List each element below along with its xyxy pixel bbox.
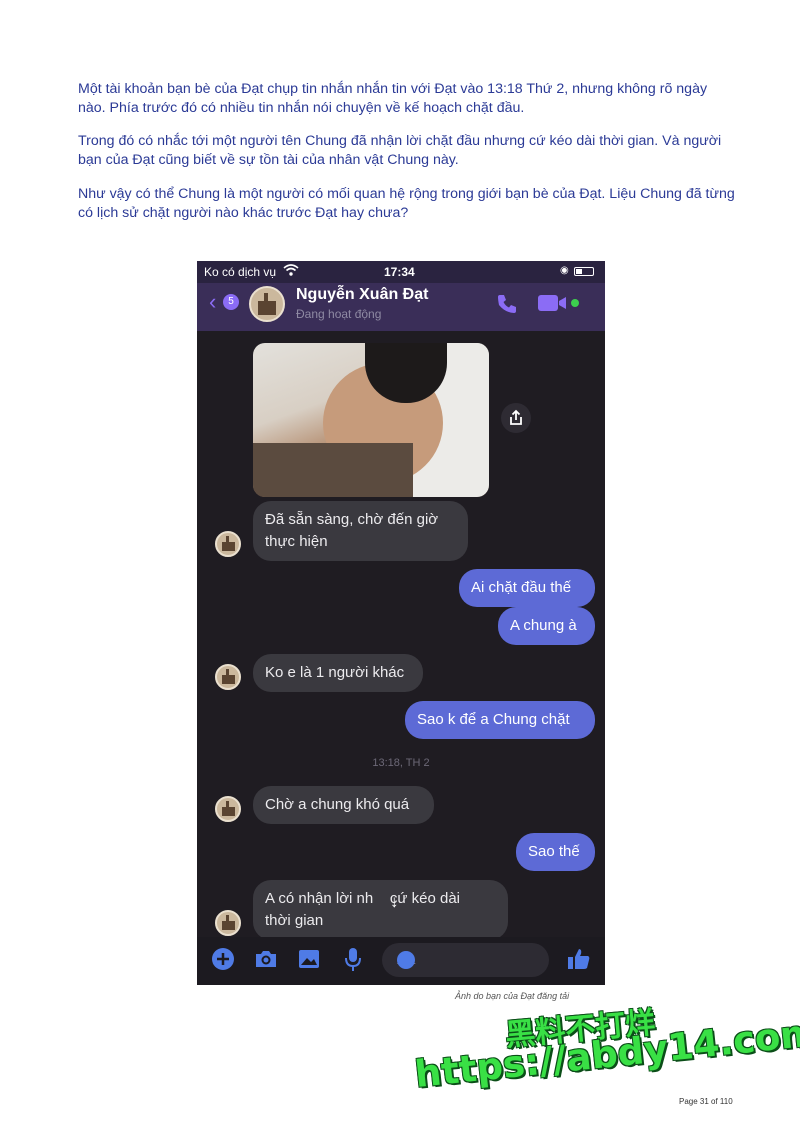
unread-badge[interactable]: 5 xyxy=(223,294,239,310)
phone-icon[interactable] xyxy=(495,292,519,321)
message-bubble-outgoing[interactable]: A chung à xyxy=(498,607,595,645)
composer-bar: Aa xyxy=(197,937,605,985)
image-caption: Ảnh do bạn của Đạt đăng tải xyxy=(455,991,570,1001)
clock: 17:34 xyxy=(384,265,415,279)
message-bubble-incoming[interactable]: Ko e là 1 người khác xyxy=(253,654,423,692)
message-bubble-outgoing[interactable]: Sao k để a Chung chặt xyxy=(405,701,595,739)
message-bubble-outgoing[interactable]: Sao thế xyxy=(516,833,595,871)
avatar[interactable] xyxy=(215,910,241,936)
page-number: Page 31 of 110 xyxy=(679,1097,733,1106)
plus-icon[interactable] xyxy=(211,947,235,976)
message-bubble-outgoing[interactable]: Ai chặt đầu thế xyxy=(459,569,595,607)
paragraph-3: Như vậy có thể Chung là một người có mối… xyxy=(78,186,735,221)
message-bubble-incoming[interactable]: Chờ a chung khó quá xyxy=(253,786,434,824)
avatar[interactable] xyxy=(215,531,241,557)
mic-icon[interactable] xyxy=(343,947,363,978)
message-bubble-incoming[interactable]: A có nhận lời nh cứ kéo dài thời gian xyxy=(253,880,508,940)
messenger-screenshot: Ko có dịch vụ 17:34 ◉ ‹ 5 Nguyễn Xuân Đạ… xyxy=(197,261,605,985)
arrow-down-icon[interactable]: ↓ xyxy=(390,892,399,912)
chat-header: ‹ 5 Nguyễn Xuân Đạt Đang hoạt động xyxy=(197,283,605,331)
share-icon[interactable] xyxy=(501,403,531,433)
status-bar: Ko có dịch vụ 17:34 ◉ xyxy=(197,261,605,283)
online-indicator xyxy=(571,299,579,307)
timestamp: 13:18, TH 2 xyxy=(372,757,430,769)
battery-icon xyxy=(574,267,594,276)
video-icon[interactable] xyxy=(538,294,568,317)
avatar[interactable] xyxy=(249,286,285,322)
image-icon[interactable] xyxy=(297,947,321,976)
avatar[interactable] xyxy=(215,664,241,690)
wifi-icon xyxy=(283,263,299,280)
avatar[interactable] xyxy=(215,796,241,822)
back-icon[interactable]: ‹ xyxy=(209,289,216,315)
message-input[interactable]: Aa xyxy=(382,943,549,977)
contact-status: Đang hoạt động xyxy=(296,307,382,321)
paragraph-1: Một tài khoản bạn bè của Đạt chụp tin nh… xyxy=(78,81,708,116)
carrier-label: Ko có dịch vụ xyxy=(204,265,277,279)
paragraph-2: Trong đó có nhắc tới một người tên Chung… xyxy=(78,133,722,168)
rotation-lock-icon: ◉ xyxy=(560,265,569,276)
shared-photo[interactable] xyxy=(253,343,489,497)
emoji-icon[interactable] xyxy=(397,951,415,969)
camera-icon[interactable] xyxy=(253,947,279,976)
like-icon[interactable] xyxy=(566,946,592,977)
contact-name[interactable]: Nguyễn Xuân Đạt xyxy=(296,286,428,304)
message-bubble-incoming[interactable]: Đã sẵn sàng, chờ đến giờ thực hiện xyxy=(253,501,468,561)
